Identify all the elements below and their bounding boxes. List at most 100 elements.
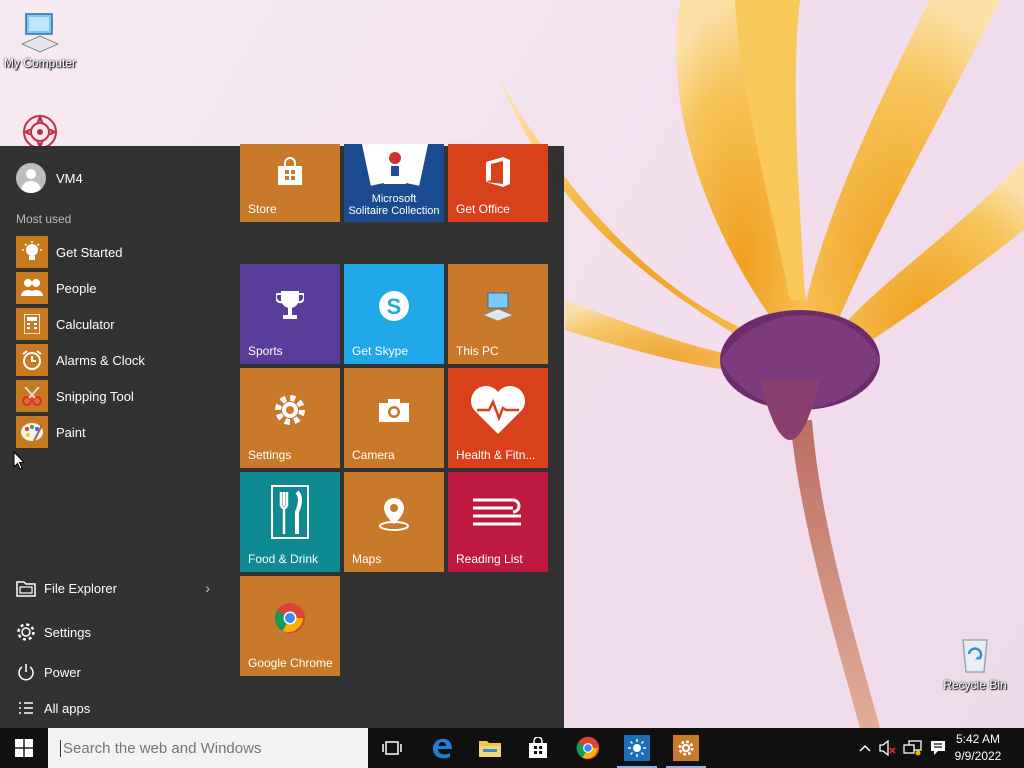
settings-button[interactable]: Settings [16,612,216,652]
tile-label: Settings [248,448,292,462]
settings-taskbar-button[interactable] [662,728,710,768]
most-used-list: Get Started People Calculator Alarms & C… [16,234,145,450]
folder-icon [479,741,501,757]
taskbar: 5:42 AM 9/9/2022 [0,728,1024,768]
chevron-up-icon [859,744,871,752]
user-account-button[interactable]: VM4 [16,163,83,193]
tile-solitaire[interactable]: Microsoft Solitaire Collection [344,144,444,222]
file-explorer-label: File Explorer [44,580,117,596]
tile-health-fitness[interactable]: Health & Fitn... [448,368,548,468]
most-used-heading: Most used [16,212,72,226]
app-item-label: Snipping Tool [56,388,134,404]
reading-list-icon [448,494,548,534]
notification-icon [931,741,945,755]
app-item-paint[interactable]: Paint [16,414,145,450]
search-input[interactable] [60,739,368,757]
calculator-icon [16,308,48,340]
start-menu-left-pane: VM4 Most used Get Started People Calcula… [0,146,228,728]
app-item-label: People [56,280,97,296]
trophy-icon [240,286,340,326]
app-item-label: Alarms & Clock [56,352,145,368]
search-box[interactable] [48,728,368,768]
tile-camera[interactable]: Camera [344,368,444,468]
shopping-bag-icon [529,737,547,758]
file-explorer-taskbar-button[interactable] [466,728,514,768]
system-clock[interactable]: 5:42 AM 9/9/2022 [950,731,1006,765]
skype-icon: S [344,286,444,326]
monitor-icon [18,10,62,54]
list-icon [16,698,36,718]
app-item-get-started[interactable]: Get Started [16,234,145,270]
power-label: Power [44,664,81,680]
tile-label: Get Office [456,202,510,216]
file-explorer-button[interactable]: File Explorer › [16,568,216,608]
lightbulb-icon [16,236,48,268]
chrome-taskbar-button[interactable] [564,728,612,768]
chrome-icon [240,598,340,638]
app-item-label: Get Started [56,244,123,260]
recycle-bin-icon [953,632,997,676]
tile-get-office[interactable]: Get Office [448,144,548,222]
tile-label: Maps [352,552,382,566]
tile-google-chrome[interactable]: Google Chrome [240,576,340,676]
people-icon [16,272,48,304]
tile-get-skype[interactable]: S Get Skype [344,264,444,364]
camera-icon [344,390,444,430]
tile-food-drink[interactable]: Food & Drink [240,472,340,572]
tile-label: Health & Fitn... [456,448,536,462]
power-button[interactable]: Power [16,652,216,692]
network-button[interactable] [900,728,926,768]
edge-button[interactable] [418,728,466,768]
tile-store[interactable]: Store [240,144,340,222]
sun-icon [624,735,650,761]
svg-text:S: S [387,294,402,319]
app-item-alarms-clock[interactable]: Alarms & Clock [16,342,145,378]
chrome-icon [576,736,600,760]
desktop-icon-recycle-bin[interactable]: Recycle Bin [935,632,1015,692]
gear-icon [673,735,699,761]
tile-label: Google Chrome [248,656,333,670]
show-hidden-icons-button[interactable] [854,728,876,768]
task-view-button[interactable] [368,728,416,768]
tile-reading-list[interactable]: Reading List [448,472,548,572]
alarm-clock-icon [16,344,48,376]
app-item-snipping-tool[interactable]: Snipping Tool [16,378,145,414]
chevron-right-icon[interactable]: › [205,580,210,596]
tile-settings[interactable]: Settings [240,368,340,468]
shopping-bag-icon [240,152,340,192]
app-item-calculator[interactable]: Calculator [16,306,145,342]
tile-label: Store [248,202,277,216]
start-button[interactable] [0,728,48,768]
all-apps-button[interactable]: All apps [16,688,216,728]
tile-this-pc[interactable]: This PC [448,264,548,364]
tile-label-line2: Solitaire Collection [348,205,440,217]
action-center-button[interactable] [926,728,950,768]
store-taskbar-button[interactable] [514,728,562,768]
clock-time: 5:42 AM [955,732,1001,746]
gear-icon [240,390,340,430]
tile-sports[interactable]: Sports [240,264,340,364]
playing-cards-icon [344,144,444,188]
app-item-people[interactable]: People [16,270,145,306]
palette-icon [16,416,48,448]
all-apps-label: All apps [44,700,91,716]
clock-date: 9/9/2022 [954,749,1002,763]
user-avatar-icon [16,163,46,193]
desktop-icon-label: Recycle Bin [943,678,1007,692]
start-menu: VM4 Most used Get Started People Calcula… [0,144,564,728]
user-name: VM4 [56,170,83,186]
desktop-icon-my-computer[interactable]: My Computer [0,10,80,70]
fork-knife-icon [240,484,340,540]
tile-label: This PC [456,344,499,358]
tile-maps[interactable]: Maps [344,472,444,572]
tile-label: Sports [248,344,283,358]
brightness-app-button[interactable] [613,728,661,768]
volume-button[interactable] [876,728,900,768]
office-icon [448,152,548,192]
start-menu-bottom-list: File Explorer › Settings Power All apps [16,568,216,728]
power-icon [16,662,36,682]
task-view-icon [382,741,402,755]
folder-icon [16,578,36,598]
edge-icon [433,738,452,759]
tile-label-line1: Microsoft [371,193,417,205]
